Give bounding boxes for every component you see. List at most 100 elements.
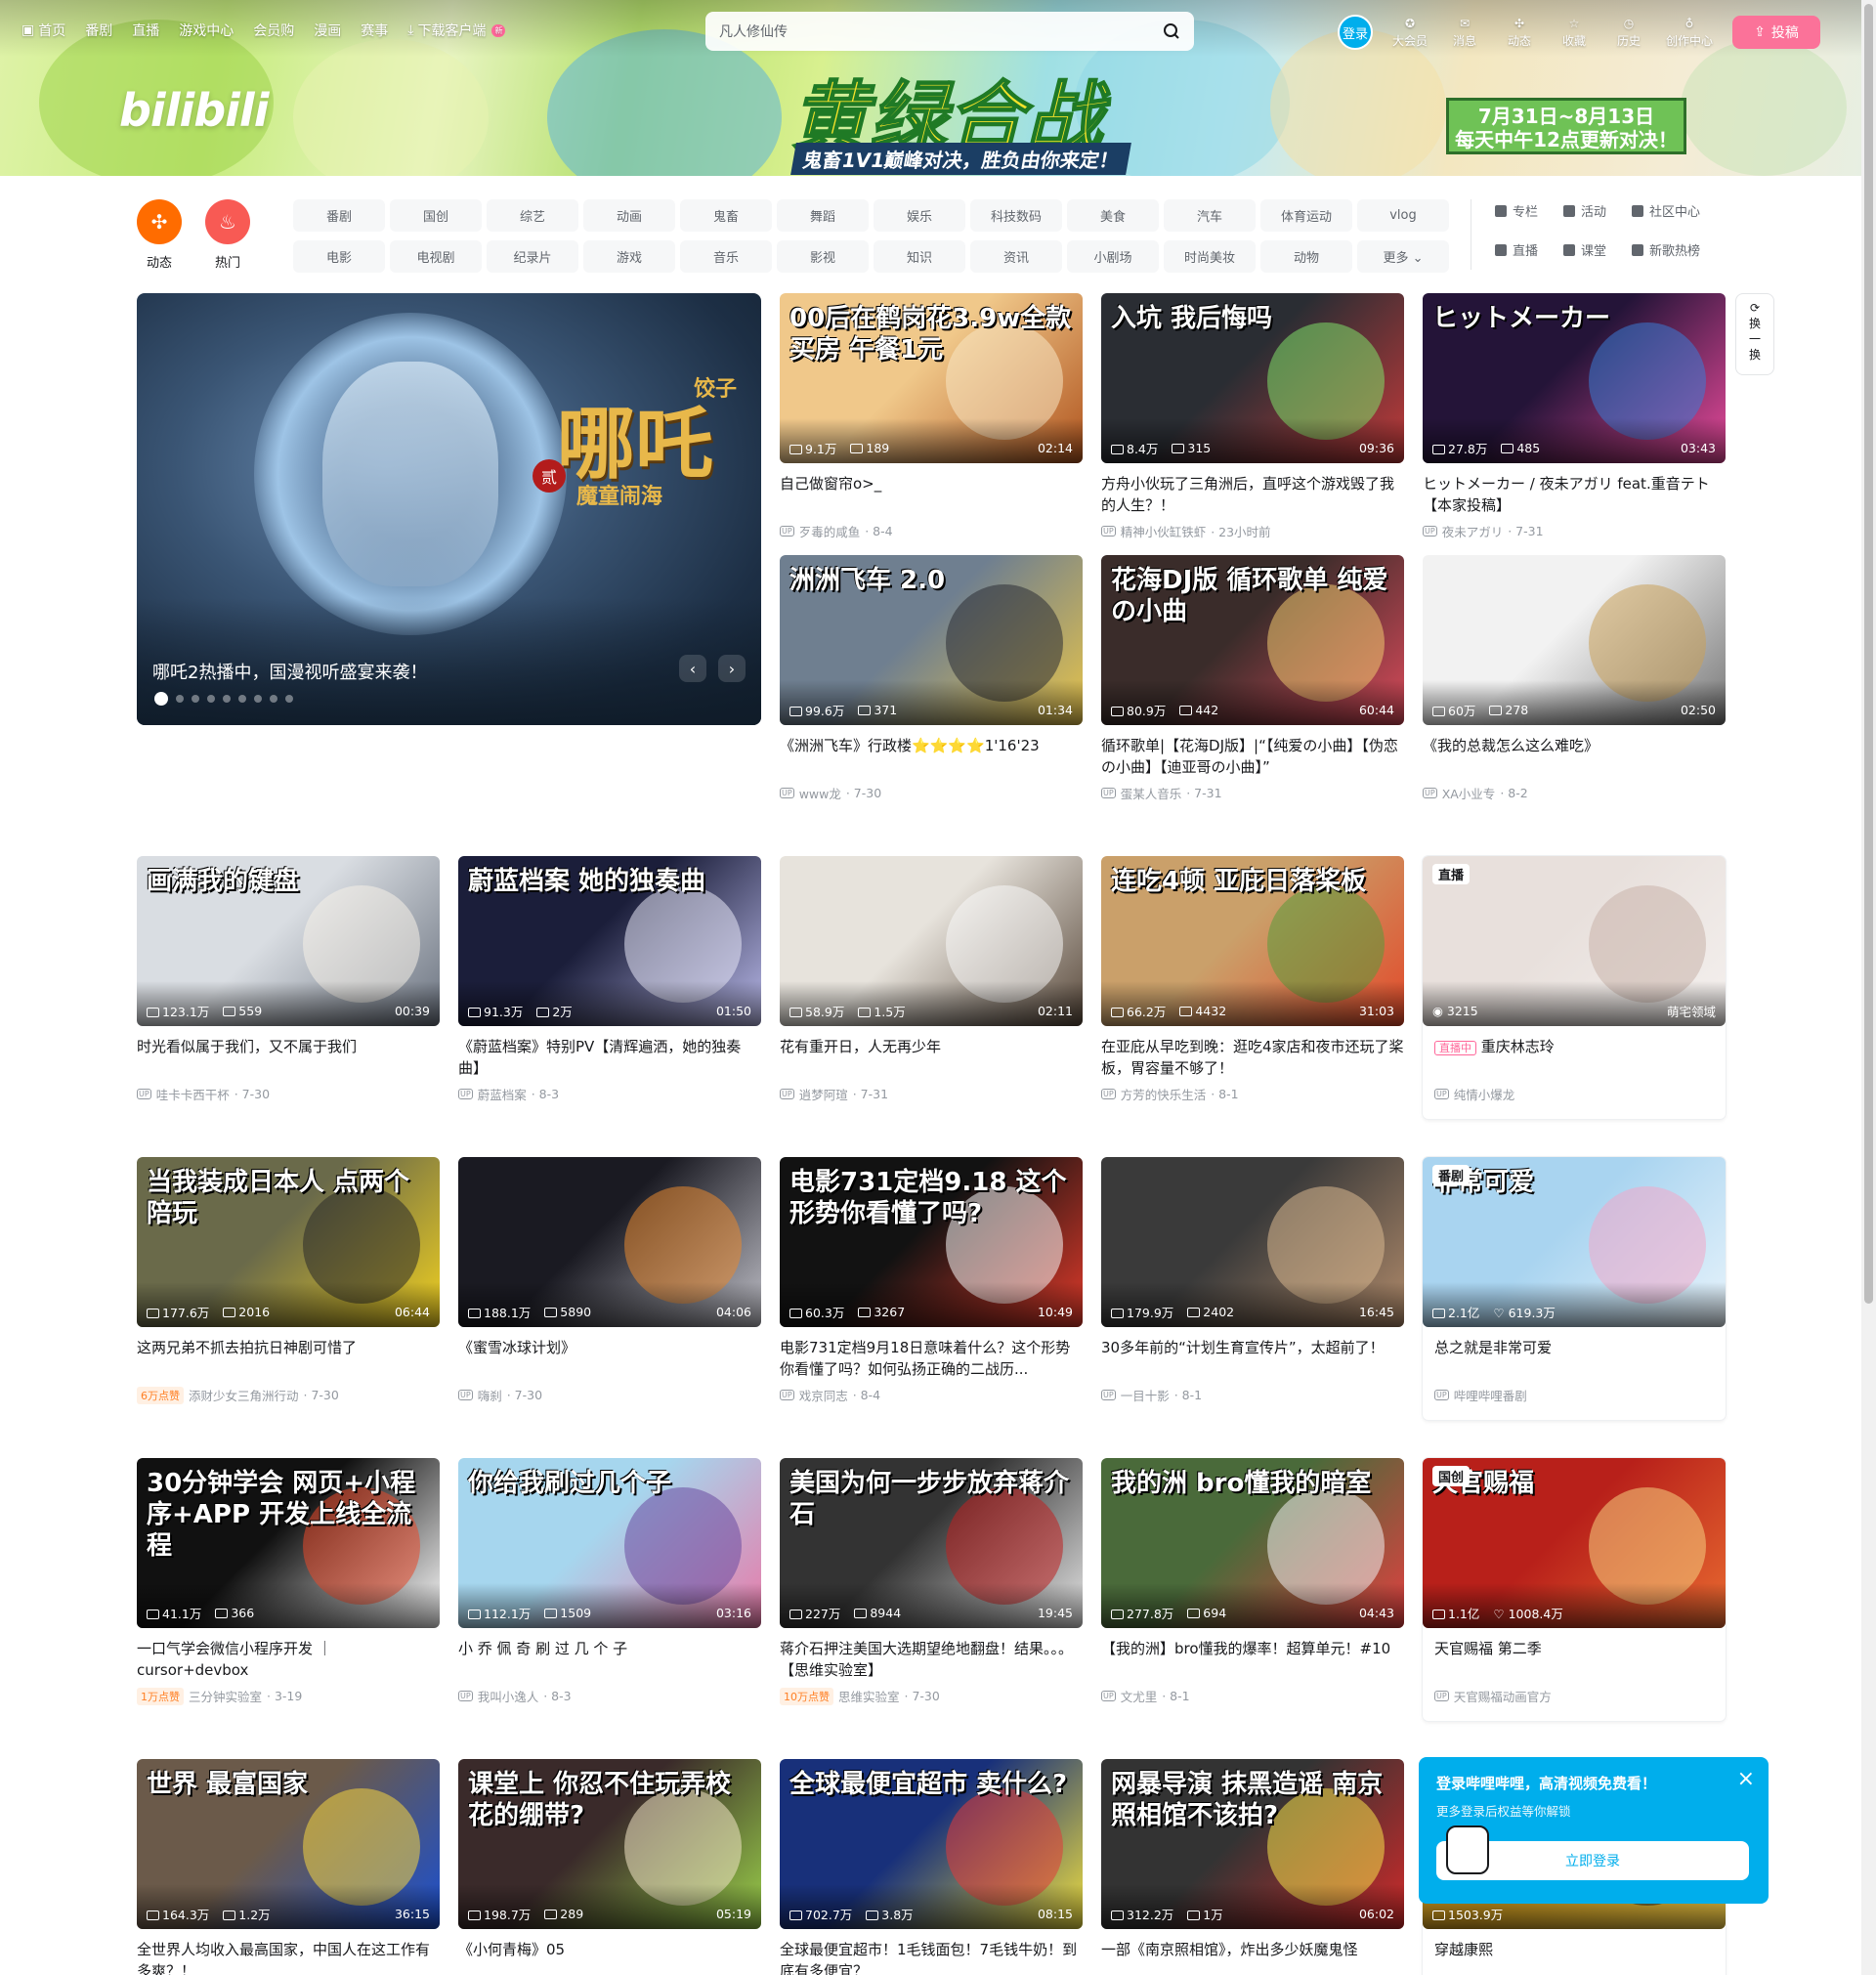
video-title[interactable]: 这两兄弟不抓去拍抗日神剧可惜了 [137, 1337, 440, 1380]
channel-tag[interactable]: 鬼畜 [680, 199, 772, 232]
video-title[interactable]: 全世界人均收入最高国家，中国人在这工作有多爽？！ [137, 1939, 440, 1975]
nav-match[interactable]: 赛事 [361, 21, 388, 40]
carousel-dot[interactable] [223, 695, 231, 703]
video-author[interactable]: 哔哩哔哩番剧 [1454, 1386, 1527, 1404]
channel-tag[interactable]: 知识 [874, 240, 965, 273]
channel-tag[interactable]: 更多 ⌄ [1357, 240, 1449, 273]
video-author[interactable]: 添财少女三角洲行动 [189, 1386, 299, 1404]
favorite-entry[interactable]: ☆ 收藏 [1556, 17, 1592, 49]
video-card[interactable]: ヒットメーカー 27.8万 485 03:43 ヒットメーカー / 夜未アガリ feat… [1423, 293, 1726, 540]
channel-tag[interactable]: 美食 [1067, 199, 1159, 232]
video-author[interactable]: XA小业专 [1442, 784, 1496, 802]
video-author[interactable]: 天官赐福动画官方 [1454, 1687, 1552, 1705]
message-entry[interactable]: ✉ 消息 [1447, 17, 1482, 49]
video-card[interactable]: 你给我刷过几个子 112.1万 1509 03:16 小 乔 佩 奇 刷 过 几 个 子… [458, 1458, 761, 1705]
video-cover[interactable]: 60万 278 02:50 [1423, 555, 1726, 725]
scrollbar[interactable] [1861, 0, 1876, 1975]
refresh-button[interactable]: ⟳ 换一换 [1735, 293, 1774, 375]
video-title[interactable]: 循环歌单|【花海DJ版】|“【纯爱の小曲】【伪恋の小曲】【迪亚哥の小曲】” [1101, 735, 1404, 778]
video-author[interactable]: 纯情小爆龙 [1454, 1085, 1515, 1103]
link-course[interactable]: 课堂 [1563, 240, 1606, 259]
video-title[interactable]: 《蔚蓝档案》特别PV【清辉遍洒，她的独奏曲】 [458, 1036, 761, 1079]
video-card[interactable]: 58.9万 1.5万 02:11 花有重开日，人无再少年 UP 逍梦阿瑄 · 7-31 [780, 856, 1083, 1103]
video-title[interactable]: 《小何青梅》05 [458, 1939, 761, 1975]
channel-tag[interactable]: 舞蹈 [777, 199, 869, 232]
nav-mall[interactable]: 会员购 [253, 21, 294, 40]
upload-button[interactable]: ⇪ 投稿 [1732, 16, 1820, 49]
video-author[interactable]: 逍梦阿瑄 [799, 1085, 848, 1103]
video-cover[interactable]: 天官赐福 1.1亿 ♡ 1008.4万 国创 [1423, 1458, 1726, 1628]
video-cover[interactable]: 画满我的键盘 123.1万 559 00:39 [137, 856, 440, 1026]
special-card[interactable]: 天官赐福 1.1亿 ♡ 1008.4万 国创 天官赐福 第二季 UP 天官赐福动画官方 [1423, 1458, 1726, 1721]
video-title[interactable]: 方舟小伙玩了三角洲后，直呼这个游戏毁了我的人生？！ [1101, 473, 1404, 516]
video-cover[interactable]: 当我装成日本人 点两个陪玩 177.6万 2016 06:44 [137, 1157, 440, 1327]
video-cover[interactable]: ヒットメーカー 27.8万 485 03:43 [1423, 293, 1726, 463]
video-card[interactable]: 网暴导演 抹黑造谣 南京照相馆不该拍? 312.2万 1万 06:02 一部《南京照相馆… [1101, 1759, 1404, 1975]
carousel-dot[interactable] [154, 692, 168, 706]
link-live[interactable]: 直播 [1495, 240, 1538, 259]
video-author[interactable]: 思维实验室 [838, 1687, 900, 1705]
special-card[interactable]: 非常可爱 2.1亿 ♡ 619.3万 番剧 总之就是非常可爱 UP 哔哩哔哩番剧 [1423, 1157, 1726, 1420]
scrollbar-thumb[interactable] [1864, 4, 1873, 1304]
video-title[interactable]: 在亚庇从早吃到晚：逛吃4家店和夜市还玩了桨板，胃容量不够了！ [1101, 1036, 1404, 1079]
dynamic-circle[interactable]: ✣ [137, 199, 182, 244]
channel-tag[interactable]: 娱乐 [874, 199, 965, 232]
video-cover[interactable]: 洲洲飞车 2.0 99.6万 371 01:34 [780, 555, 1083, 725]
video-card[interactable]: 当我装成日本人 点两个陪玩 177.6万 2016 06:44 这两兄弟不抓去拍抗日神剧… [137, 1157, 440, 1404]
video-title[interactable]: 花有重开日，人无再少年 [780, 1036, 1083, 1079]
video-cover[interactable]: 世界 最富国家 164.3万 1.2万 36:15 [137, 1759, 440, 1929]
video-author[interactable]: www龙 [799, 784, 841, 802]
nav-home[interactable]: ▣ 首页 [21, 21, 65, 40]
video-title[interactable]: 电影731定档9月18日意味着什么？这个形势你看懂了吗？如何弘扬正确的二战历..… [780, 1337, 1083, 1380]
video-cover[interactable]: 30分钟学会 网页+小程序+APP 开发上线全流程 41.1万 366 [137, 1458, 440, 1628]
channel-tag[interactable]: 国创 [390, 199, 482, 232]
carousel-dot[interactable] [238, 695, 246, 703]
channel-tag[interactable]: 游戏 [583, 240, 675, 273]
video-author[interactable]: 我叫小逸人 [478, 1687, 539, 1705]
video-author[interactable]: 哇卡卡西干杯 [156, 1085, 230, 1103]
channel-tag[interactable]: 体育运动 [1260, 199, 1352, 232]
video-title[interactable]: 穿越康熙 [1423, 1939, 1726, 1975]
video-card[interactable]: 蔚蓝档案 她的独奏曲 91.3万 2万 01:50 《蔚蓝档案》特别PV【清辉遍洒，她的… [458, 856, 761, 1103]
video-cover[interactable]: 00后在鹤岗花3.9w全款买房 午餐1元 9.1万 189 02:14 [780, 293, 1083, 463]
video-title[interactable]: 《我的总裁怎么这么难吃》 [1423, 735, 1726, 778]
carousel-dot[interactable] [254, 695, 262, 703]
video-card[interactable]: 入坑 我后悔吗 8.4万 315 09:36 方舟小伙玩了三角洲后，直呼这个游戏毁了我的… [1101, 293, 1404, 540]
video-card[interactable]: 全球最便宜超市 卖什么? 702.7万 3.8万 08:15 全球最便宜超市！1毛钱面包… [780, 1759, 1083, 1975]
video-title[interactable]: 一口气学会微信小程序开发 ｜cursor+devbox [137, 1638, 440, 1681]
vip-entry[interactable]: ✪ 大会员 [1392, 17, 1428, 49]
video-cover[interactable]: 美国为何一步步放弃蒋介石 227万 8944 19:45 [780, 1458, 1083, 1628]
channel-tag[interactable]: 科技数码 [970, 199, 1062, 232]
video-title[interactable]: 《洲洲飞车》行政楼⭐⭐⭐⭐1'16'23 [780, 735, 1083, 778]
channel-tag[interactable]: 纪录片 [487, 240, 578, 273]
history-entry[interactable]: ◷ 历史 [1611, 17, 1646, 49]
carousel-title[interactable]: 哪吒2热播中，国漫视听盛宴来袭！ [152, 659, 427, 684]
video-cover[interactable]: 全球最便宜超市 卖什么? 702.7万 3.8万 08:15 [780, 1759, 1083, 1929]
channel-tag[interactable]: 资讯 [970, 240, 1062, 273]
video-card[interactable]: 188.1万 5890 04:06 《蜜雪冰球计划》 UP 嗨刹 · 7-30 [458, 1157, 761, 1404]
close-icon[interactable]: × [1737, 1767, 1755, 1791]
video-card[interactable]: 课堂上 你忍不住玩弄校花的绷带? 198.7万 289 05:19 《小何青梅》05 [458, 1759, 761, 1975]
video-author[interactable]: 三分钟实验室 [189, 1687, 262, 1705]
carousel-dot[interactable] [270, 695, 277, 703]
video-title[interactable]: 一部《南京照相馆》，炸出多少妖魔鬼怪 [1101, 1939, 1404, 1975]
video-title[interactable]: 30多年前的“计划生育宣传片”，太超前了！ [1101, 1337, 1404, 1380]
channel-tag[interactable]: 时尚美妆 [1164, 240, 1256, 273]
video-cover[interactable]: 课堂上 你忍不住玩弄校花的绷带? 198.7万 289 05:19 [458, 1759, 761, 1929]
channel-tag[interactable]: 动画 [583, 199, 675, 232]
video-card[interactable]: 我的洲 bro懂我的暗室 277.8万 694 04:43 【我的洲】bro懂我的爆率！… [1101, 1458, 1404, 1705]
search-bar[interactable]: 凡人修仙传 [705, 12, 1194, 51]
video-author[interactable]: 精神小伙缸铁虾 [1121, 522, 1207, 540]
video-author[interactable]: 蔚蓝档案 [478, 1085, 527, 1103]
nav-live[interactable]: 直播 [132, 21, 159, 40]
video-title[interactable]: 蒋介石押注美国大选期望绝地翻盘！结果。。。【思维实验室】 [780, 1638, 1083, 1681]
carousel-dot[interactable] [176, 695, 184, 703]
video-title[interactable]: 全球最便宜超市！1毛钱面包！7毛钱牛奶！到底有多便宜？ [780, 1939, 1083, 1975]
video-author[interactable]: 嗨刹 [478, 1386, 502, 1404]
video-author[interactable]: 文尤里 [1121, 1687, 1158, 1705]
channel-tag[interactable]: 动物 [1260, 240, 1352, 273]
dynamic-entry[interactable]: ✣ 动态 [1502, 17, 1537, 49]
video-title[interactable]: 总之就是非常可爱 [1423, 1337, 1726, 1380]
nav-manga[interactable]: 漫画 [314, 21, 341, 40]
video-title[interactable]: 自己做窗帘o>_ [780, 473, 1083, 516]
